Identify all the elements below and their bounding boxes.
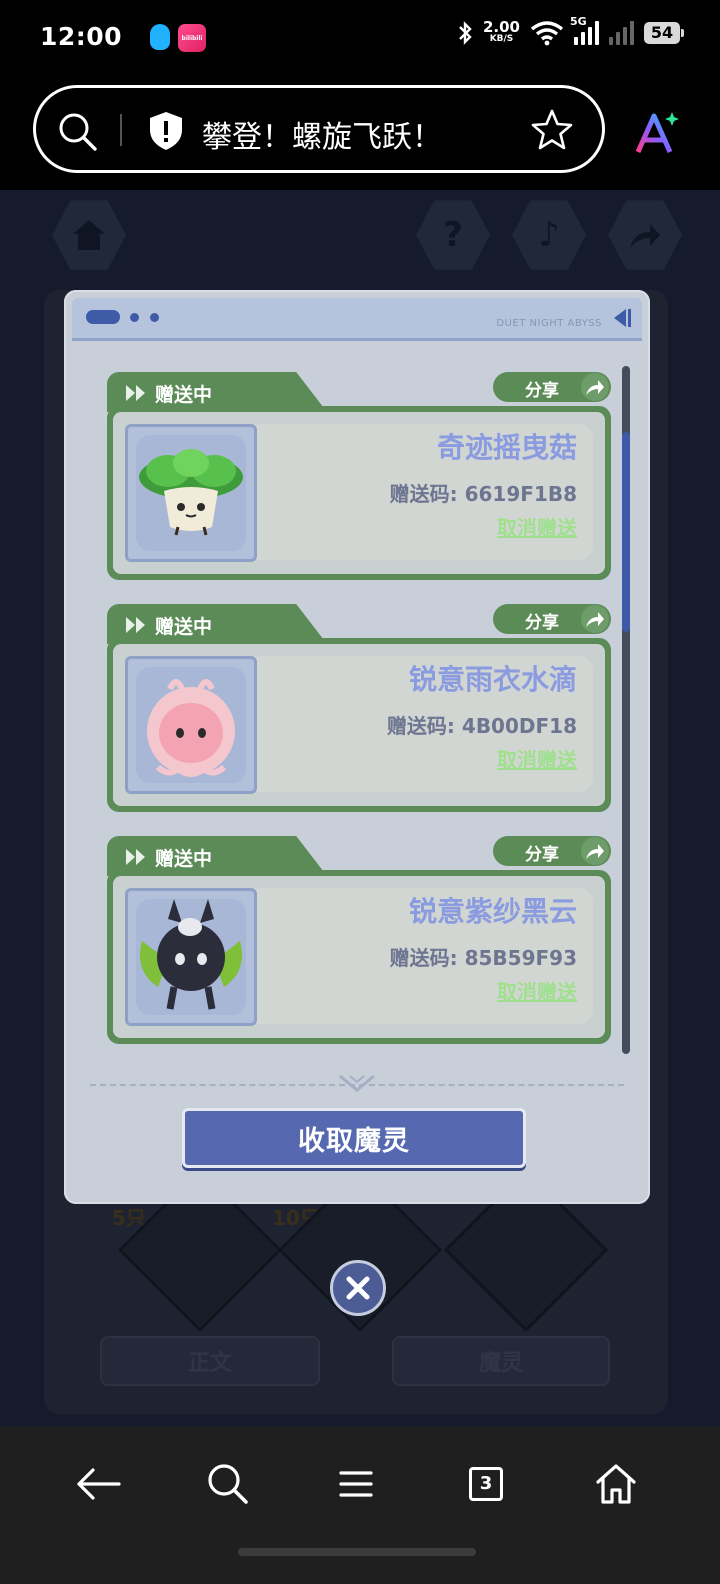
fast-forward-icon [126,617,145,633]
qq-icon [150,24,170,50]
gift-card: 赠送中 分享 锐意雨衣水滴 赠送码: 4B00DF18 取消赠送 [107,604,611,814]
signal-icon-2 [609,21,634,45]
close-icon [346,1276,370,1300]
scrollbar-thumb[interactable] [622,432,630,632]
gift-card: 赠送中 分享 [107,836,611,1046]
divider [120,114,122,146]
address-bar[interactable]: 攀登！螺旋飞跃！ [33,85,605,173]
wifi-icon [530,21,564,46]
cancel-gift-link[interactable]: 取消赠送 [497,744,577,773]
raincoat-drop-pet-image [147,679,235,777]
bilibili-icon: bilibili [178,24,206,52]
gesture-bar[interactable] [238,1548,476,1556]
dialog-header: DUET NIGHT ABYSS [72,298,642,341]
brand-label: DUET NIGHT ABYSS [496,318,602,329]
status-label: 赠送中 [155,384,213,406]
menu-button[interactable] [326,1454,386,1514]
header-decor-dot [130,313,139,322]
card-inner: 锐意雨衣水滴 赠送码: 4B00DF18 取消赠送 [113,644,605,806]
dark-cloud-pet-image [140,899,242,1010]
system-icons: 2.00 KB/S 5G 54 [457,15,684,46]
collapse-arrow-icon [614,309,631,327]
share-button[interactable]: 分享 [493,604,611,634]
back-icon [77,1468,121,1500]
shield-icon[interactable] [146,110,186,152]
pet-name: 奇迹摇曳菇 [436,431,577,464]
cancel-gift-link[interactable]: 取消赠送 [497,976,577,1005]
status-bar: 12:00 bilibili 2.00 KB/S 5G 54 [0,0,720,80]
back-button[interactable] [68,1454,128,1514]
fast-forward-icon [126,849,145,865]
page-title: 攀登！螺旋飞跃！ [202,120,442,155]
card-inner: 锐意紫纱黑云 赠送码: 85B59F93 取消赠送 [113,876,605,1038]
share-button[interactable]: 分享 [493,372,611,402]
signal-5g: 5G [570,15,599,45]
tab-count: 3 [469,1467,503,1501]
home-button[interactable] [586,1454,646,1514]
pet-name: 锐意雨衣水滴 [408,663,577,696]
browser-bottom-nav: 3 [0,1426,720,1584]
pet-portrait [125,424,257,562]
share-arrow-icon [581,373,609,401]
status-label: 赠送中 [155,848,213,870]
share-button[interactable]: 分享 [493,836,611,866]
gift-code: 赠送码: 6619F1B8 [389,482,577,506]
battery-indicator: 54 [644,22,684,44]
clock: 12:00 [40,22,123,51]
net-speed: 2.00 KB/S [482,18,520,45]
card-body: 奇迹摇曳菇 赠送码: 6619F1B8 取消赠送 [107,406,611,580]
header-decor-dot [150,313,159,322]
menu-icon [339,1471,373,1497]
card-body: 锐意雨衣水滴 赠送码: 4B00DF18 取消赠送 [107,638,611,812]
share-label: 分享 [525,845,559,865]
gift-code: 赠送码: 4B00DF18 [386,714,577,738]
search-icon [208,1464,248,1504]
ai-icon[interactable] [632,110,682,158]
card-inner: 奇迹摇曳菇 赠送码: 6619F1B8 取消赠送 [113,412,605,574]
bluetooth-icon [459,21,472,45]
status-label: 赠送中 [155,616,213,638]
header-decor-pill [86,310,120,324]
share-arrow-icon [581,605,609,633]
pet-name: 锐意紫纱黑云 [408,895,577,928]
home-icon [596,1464,636,1504]
share-label: 分享 [525,613,559,633]
pet-portrait [125,888,257,1026]
star-icon[interactable] [530,108,574,152]
gift-code: 赠送码: 85B59F93 [389,946,577,970]
search-icon[interactable] [56,110,100,154]
cancel-gift-link[interactable]: 取消赠送 [497,512,577,541]
close-dialog-button[interactable] [330,1260,386,1316]
fast-forward-icon [126,385,145,401]
share-label: 分享 [525,381,559,401]
card-body: 锐意紫纱黑云 赠送码: 85B59F93 取消赠送 [107,870,611,1044]
gift-card: 赠送中 分享 [107,372,611,582]
share-arrow-icon [581,837,609,865]
search-button[interactable] [198,1454,258,1514]
browser-toolbar: 攀登！螺旋飞跃！ [0,80,720,190]
pet-portrait [125,656,257,794]
tabs-button[interactable]: 3 [456,1454,516,1514]
notification-icons: bilibili [150,24,206,52]
mushroom-pet-image [139,449,243,536]
chevron-down-icon [339,1074,375,1092]
collect-spirits-button[interactable]: 收取魔灵 [182,1108,526,1168]
gift-dialog: DUET NIGHT ABYSS 赠送中 分享 奇迹摇曳菇 赠送码: 6619F… [64,290,650,1204]
